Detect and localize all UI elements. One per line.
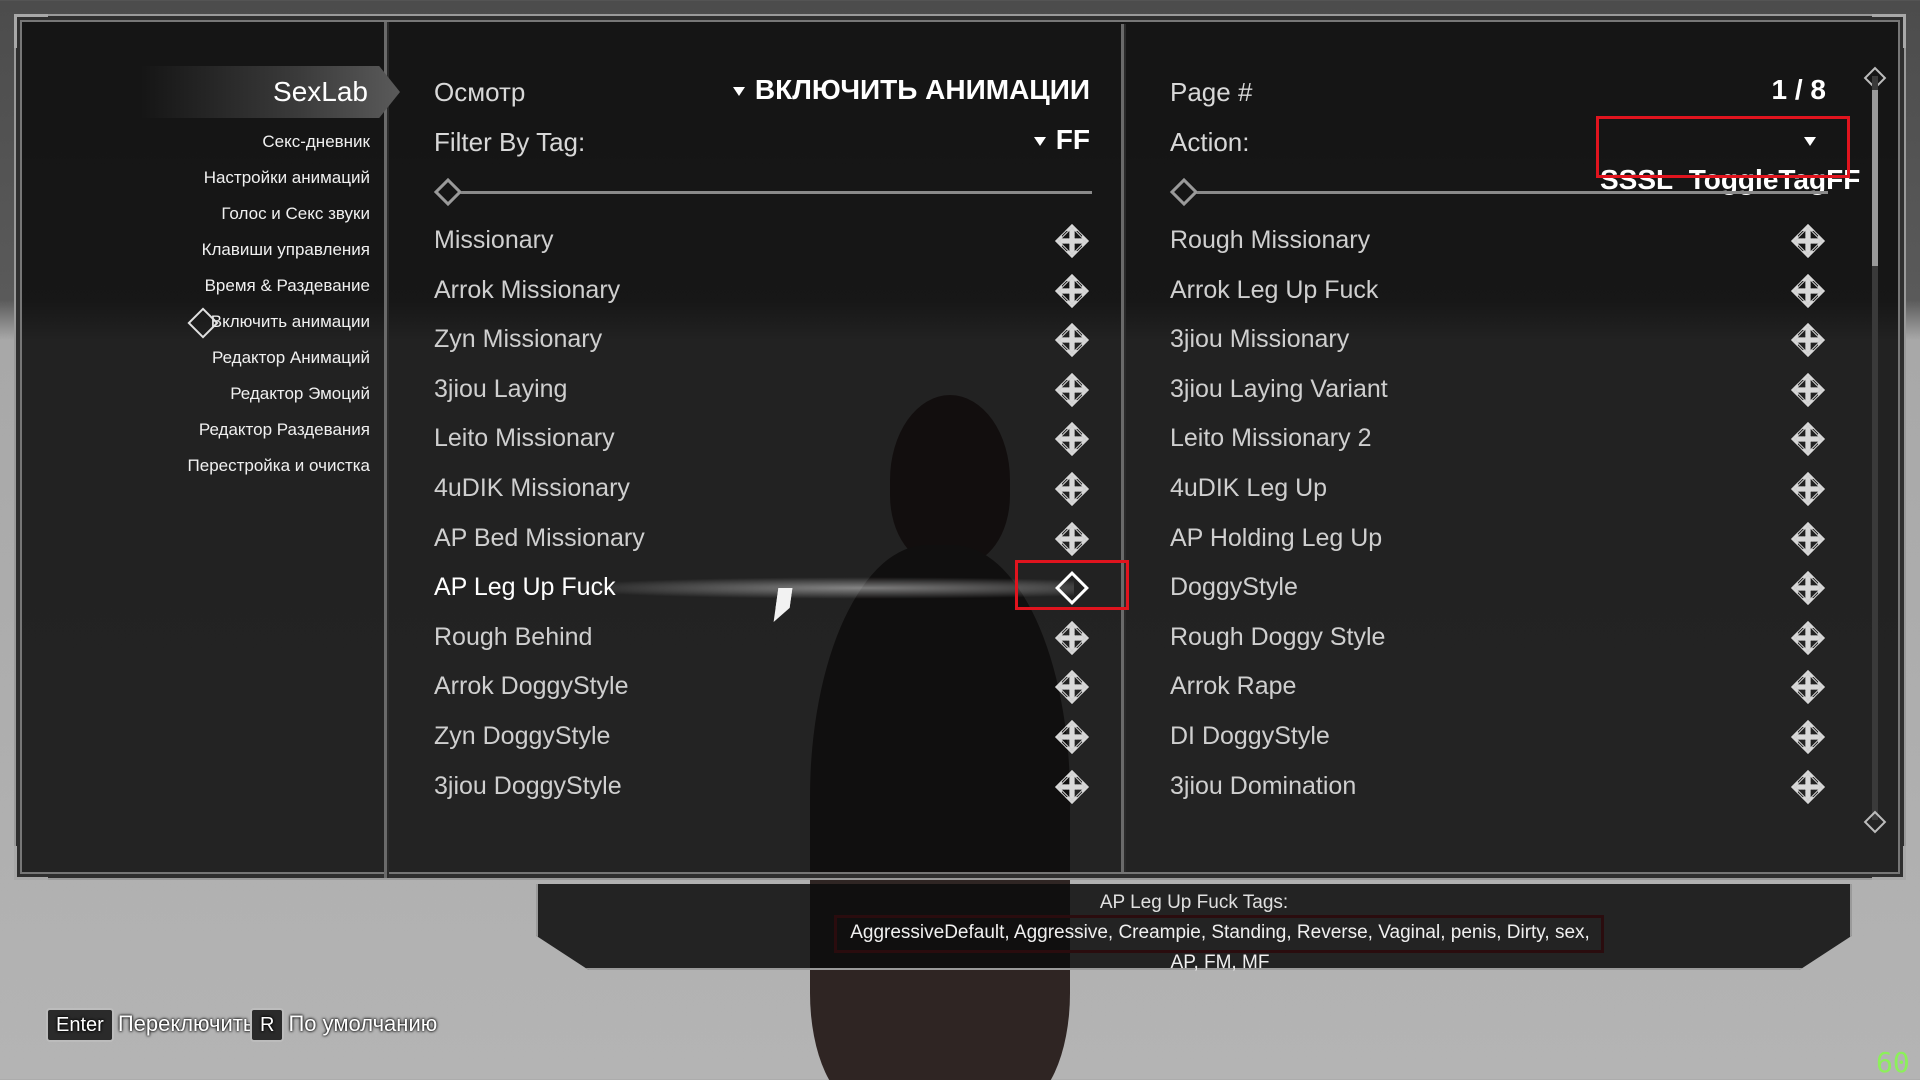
enabled-checkbox-icon[interactable] (1791, 273, 1825, 308)
enabled-checkbox-icon[interactable] (1055, 471, 1089, 506)
animation-toggle-row[interactable]: Missionary (434, 216, 1094, 266)
animation-toggle-row[interactable]: Zyn Missionary (434, 315, 1094, 365)
sidebar-item-sex-diary[interactable]: Секс-дневник (140, 124, 370, 160)
header-divider (433, 177, 1092, 207)
enabled-checkbox-icon[interactable] (1055, 719, 1089, 754)
sidebar-item-voice-sounds[interactable]: Голос и Секс звуки (140, 196, 370, 232)
enabled-checkbox-icon[interactable] (1791, 769, 1825, 804)
default-hotkey[interactable]: R По умолчанию (250, 1006, 437, 1042)
nav-separator (384, 22, 387, 878)
action-highlight-box (1596, 116, 1850, 178)
animation-toggle-row-selected[interactable]: AP Leg Up Fuck (434, 563, 1094, 613)
sidebar-item-expression-editor[interactable]: Редактор Эмоций (140, 376, 370, 412)
animation-toggle-row[interactable]: 3jiou Domination (1170, 762, 1830, 812)
enabled-checkbox-icon[interactable] (1055, 273, 1089, 308)
action-label: Action: (1170, 127, 1250, 157)
sidebar-item-rebuild-clean[interactable]: Перестройка и очистка (140, 448, 370, 484)
page-number-value: 1 / 8 (1771, 74, 1826, 105)
enabled-checkbox-icon[interactable] (1791, 670, 1825, 705)
animation-toggle-row[interactable]: 3jiou Laying Variant (1170, 365, 1830, 415)
scrollbar[interactable] (1872, 76, 1878, 820)
tag-info-title: AP Leg Up Fuck Tags: (1099, 892, 1289, 913)
corner-ornament-icon (1872, 14, 1906, 48)
sidebar-item-toggle-animations[interactable]: Включить анимации (140, 304, 370, 340)
enabled-checkbox-icon[interactable] (1791, 422, 1825, 457)
animation-toggle-row[interactable]: Rough Missionary (1170, 216, 1830, 266)
view-label: Осмотр (434, 77, 526, 107)
enabled-checkbox-icon[interactable] (1055, 670, 1089, 705)
mod-title[interactable]: SexLab (140, 66, 400, 118)
filter-tag-label: Filter By Tag: (434, 127, 586, 157)
enabled-checkbox-icon[interactable] (1791, 620, 1825, 655)
filter-tag-dropdown[interactable]: FF (900, 120, 1090, 160)
enabled-checkbox-icon[interactable] (1055, 224, 1089, 258)
animation-toggle-row[interactable]: Leito Missionary (434, 414, 1094, 464)
left-animation-list: Missionary Arrok Missionary Zyn Missiona… (434, 216, 1094, 811)
column-separator (1121, 24, 1124, 872)
scrollbar-thumb[interactable] (1872, 90, 1878, 266)
animation-toggle-row[interactable]: 3jiou Missionary (1170, 315, 1830, 365)
r-key-icon: R (250, 1008, 285, 1042)
enabled-checkbox-icon[interactable] (1791, 372, 1825, 407)
animation-toggle-row[interactable]: Rough Doggy Style (1170, 613, 1830, 663)
dropdown-arrow-icon (1033, 137, 1046, 147)
enter-key-icon: Enter (46, 1008, 114, 1042)
header-divider (1169, 177, 1828, 207)
sidebar-nav: Секс-дневник Настройки анимаций Голос и … (140, 124, 370, 484)
animation-toggle-row[interactable]: Arrok DoggyStyle (434, 662, 1094, 712)
sidebar-item-timers-stripping[interactable]: Время & Раздевание (140, 268, 370, 304)
enabled-checkbox-icon[interactable] (1791, 323, 1825, 358)
corner-ornament-icon (1872, 846, 1906, 880)
tag-list: AggressiveDefault, Aggressive, Creampie,… (850, 922, 1590, 973)
enabled-checkbox-icon[interactable] (1055, 372, 1089, 407)
animation-toggle-row[interactable]: Arrok Rape (1170, 662, 1830, 712)
toggle-hotkey[interactable]: Enter Переключить (46, 1006, 254, 1042)
right-animation-list: Rough Missionary Arrok Leg Up Fuck 3jiou… (1170, 216, 1830, 811)
enabled-checkbox-icon[interactable] (1055, 323, 1089, 358)
animation-toggle-row[interactable]: 4uDIK Missionary (434, 464, 1094, 514)
fps-counter: 60 (1876, 1046, 1910, 1079)
sidebar-item-hotkeys[interactable]: Клавиши управления (140, 232, 370, 268)
enabled-checkbox-icon[interactable] (1791, 571, 1825, 606)
sidebar-item-animation-editor[interactable]: Редактор Анимаций (140, 340, 370, 376)
animation-toggle-row[interactable]: Rough Behind (434, 613, 1094, 663)
enabled-checkbox-icon[interactable] (1055, 620, 1089, 655)
enabled-checkbox-icon[interactable] (1791, 521, 1825, 556)
corner-ornament-icon (14, 846, 48, 880)
sidebar-item-strip-editor[interactable]: Редактор Раздевания (140, 412, 370, 448)
enabled-checkbox-icon[interactable] (1791, 719, 1825, 754)
enabled-checkbox-icon[interactable] (1055, 769, 1089, 804)
enabled-checkbox-icon[interactable] (1055, 521, 1089, 556)
enabled-checkbox-icon[interactable] (1791, 471, 1825, 506)
enabled-checkbox-icon[interactable] (1055, 422, 1089, 457)
page-number-label: Page # (1170, 77, 1253, 107)
animation-toggle-row[interactable]: AP Holding Leg Up (1170, 514, 1830, 564)
animation-toggle-row[interactable]: 3jiou DoggyStyle (434, 762, 1094, 812)
animation-toggle-row[interactable]: AP Bed Missionary (434, 514, 1094, 564)
view-dropdown[interactable]: ВКЛЮЧИТЬ АНИМАЦИИ (700, 70, 1090, 110)
animation-toggle-row[interactable]: Zyn DoggyStyle (434, 712, 1094, 762)
animation-toggle-row[interactable]: 3jiou Laying (434, 365, 1094, 415)
animation-toggle-row[interactable]: 4uDIK Leg Up (1170, 464, 1830, 514)
animation-toggle-row[interactable]: Arrok Missionary (434, 266, 1094, 316)
animation-toggle-row[interactable]: DI DoggyStyle (1170, 712, 1830, 762)
checkbox-highlight-box (1015, 560, 1129, 610)
enabled-checkbox-icon[interactable] (1791, 224, 1825, 258)
animation-toggle-row[interactable]: Arrok Leg Up Fuck (1170, 266, 1830, 316)
animation-toggle-row[interactable]: Leito Missionary 2 (1170, 414, 1830, 464)
animation-toggle-row[interactable]: DoggyStyle (1170, 563, 1830, 613)
corner-ornament-icon (14, 14, 48, 48)
sidebar-item-animation-settings[interactable]: Настройки анимаций (140, 160, 370, 196)
dropdown-arrow-icon (732, 87, 745, 97)
